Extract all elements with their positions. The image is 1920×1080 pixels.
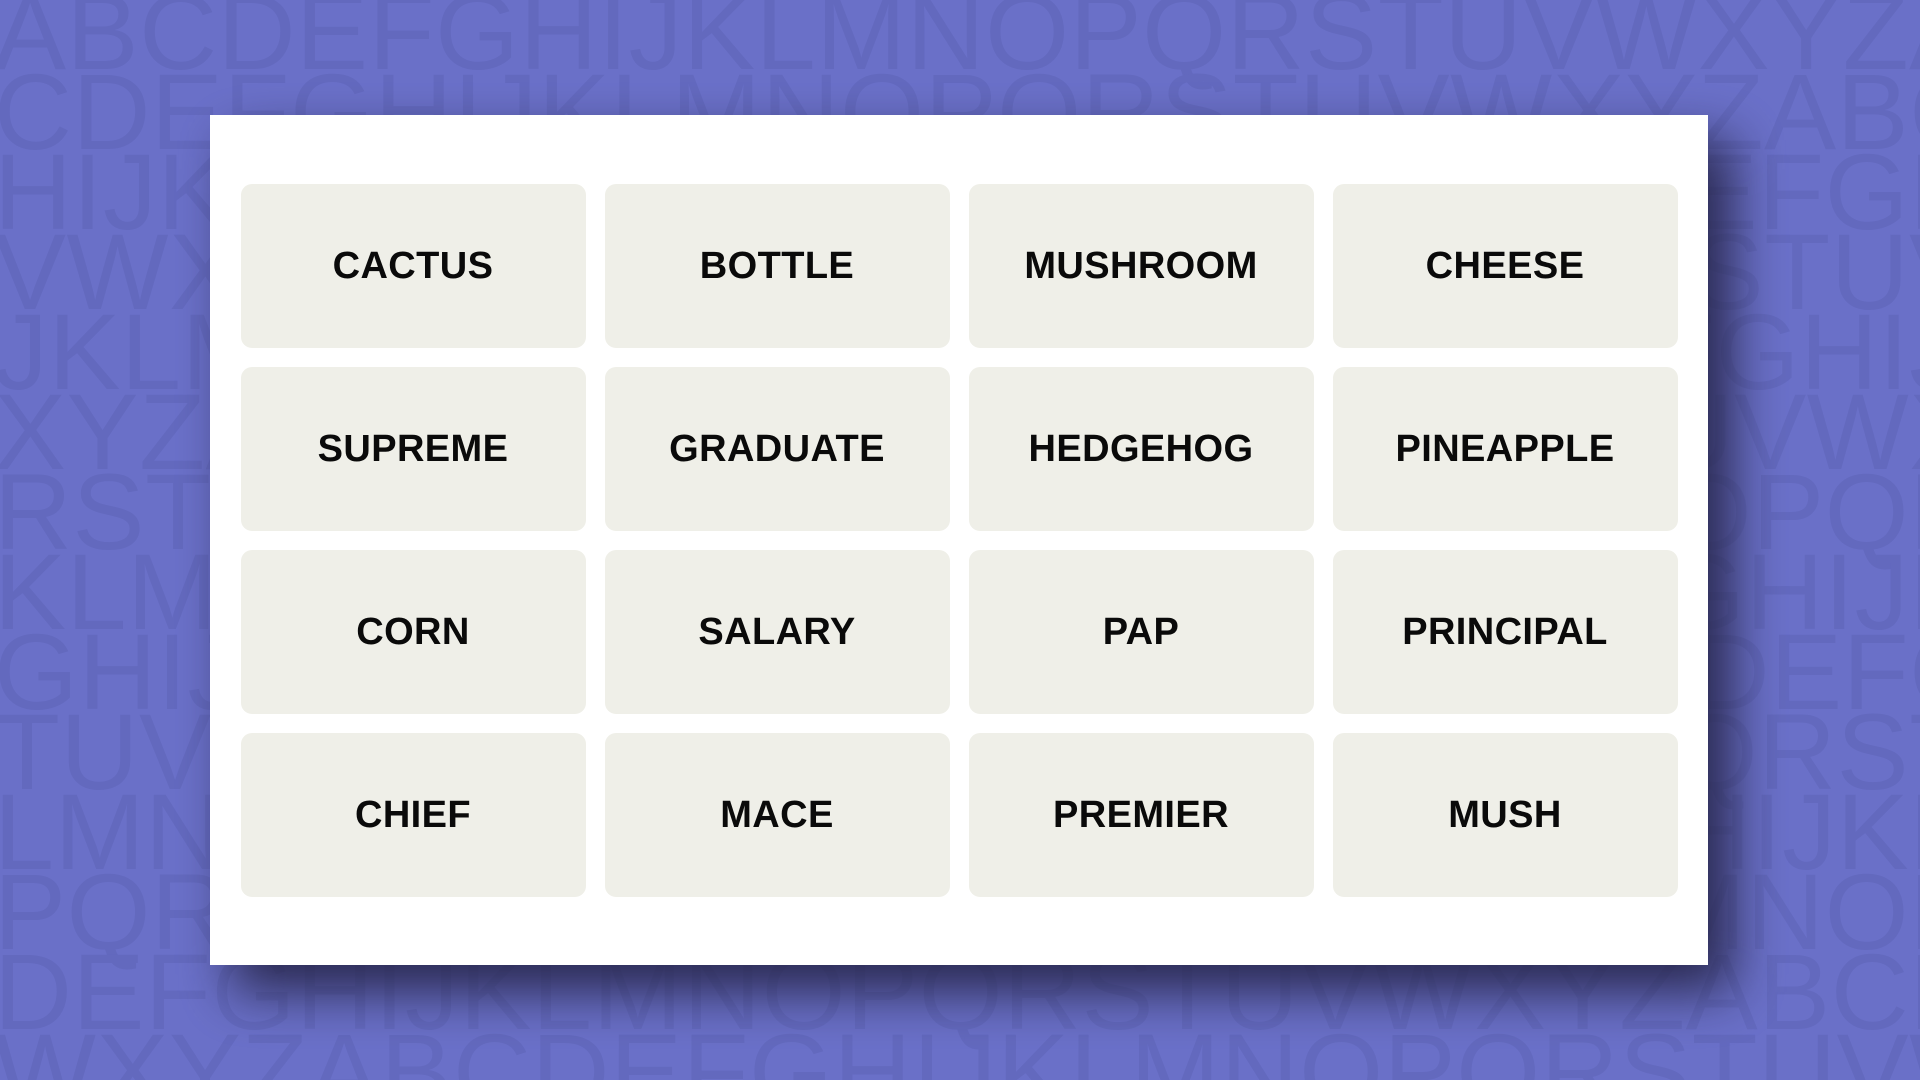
word-tile[interactable]: MACE xyxy=(604,732,950,897)
word-board-card: CACTUS BOTTLE MUSHROOM CHEESE SUPREME GRADUAT… xyxy=(210,115,1708,965)
word-tile[interactable]: GRADUATE xyxy=(604,366,950,531)
word-tile[interactable]: PREMIER xyxy=(968,732,1314,897)
word-tile-label: CACTUS xyxy=(332,244,494,287)
word-tile[interactable]: CORN xyxy=(240,549,586,714)
word-grid: CACTUS BOTTLE MUSHROOM CHEESE SUPREME GRADUAT… xyxy=(240,183,1678,897)
word-tile-label: BOTTLE xyxy=(699,244,855,287)
background-letter-row: ABCDEFGHIJKLMNOPQRSTUVWXYZABCDEF xyxy=(0,0,1920,92)
word-tile[interactable]: CHIEF xyxy=(240,732,586,897)
word-tile-label: MACE xyxy=(720,793,834,836)
word-tile[interactable]: HEDGEHOG xyxy=(968,366,1314,531)
word-tile-label: GRADUATE xyxy=(669,427,885,470)
word-tile-label: PREMIER xyxy=(1053,793,1229,836)
word-tile-label: MUSH xyxy=(1448,793,1562,836)
word-tile-label: PAP xyxy=(1102,610,1180,653)
word-tile[interactable]: SUPREME xyxy=(240,366,586,531)
word-tile[interactable]: CHEESE xyxy=(1332,183,1678,348)
background-letter-row: WXYZABCDEFGHIJKLMNOPQRSTUVWXYZAB xyxy=(0,1011,1920,1080)
word-tile[interactable]: CACTUS xyxy=(240,183,586,348)
word-tile[interactable]: MUSH xyxy=(1332,732,1678,897)
word-tile[interactable]: SALARY xyxy=(604,549,950,714)
word-tile[interactable]: MUSHROOM xyxy=(968,183,1314,348)
word-tile-label: PRINCIPAL xyxy=(1402,610,1608,653)
word-tile[interactable]: PAP xyxy=(968,549,1314,714)
word-tile[interactable]: BOTTLE xyxy=(604,183,950,348)
word-tile-label: PINEAPPLE xyxy=(1395,427,1615,470)
word-tile-label: CHIEF xyxy=(355,793,471,836)
word-tile-label: CORN xyxy=(356,610,470,653)
word-tile-label: HEDGEHOG xyxy=(1028,427,1254,470)
word-tile-label: SUPREME xyxy=(317,427,509,470)
word-tile-label: CHEESE xyxy=(1425,244,1585,287)
word-tile[interactable]: PINEAPPLE xyxy=(1332,366,1678,531)
word-tile-label: SALARY xyxy=(698,610,856,653)
word-tile[interactable]: PRINCIPAL xyxy=(1332,549,1678,714)
word-tile-label: MUSHROOM xyxy=(1024,244,1258,287)
